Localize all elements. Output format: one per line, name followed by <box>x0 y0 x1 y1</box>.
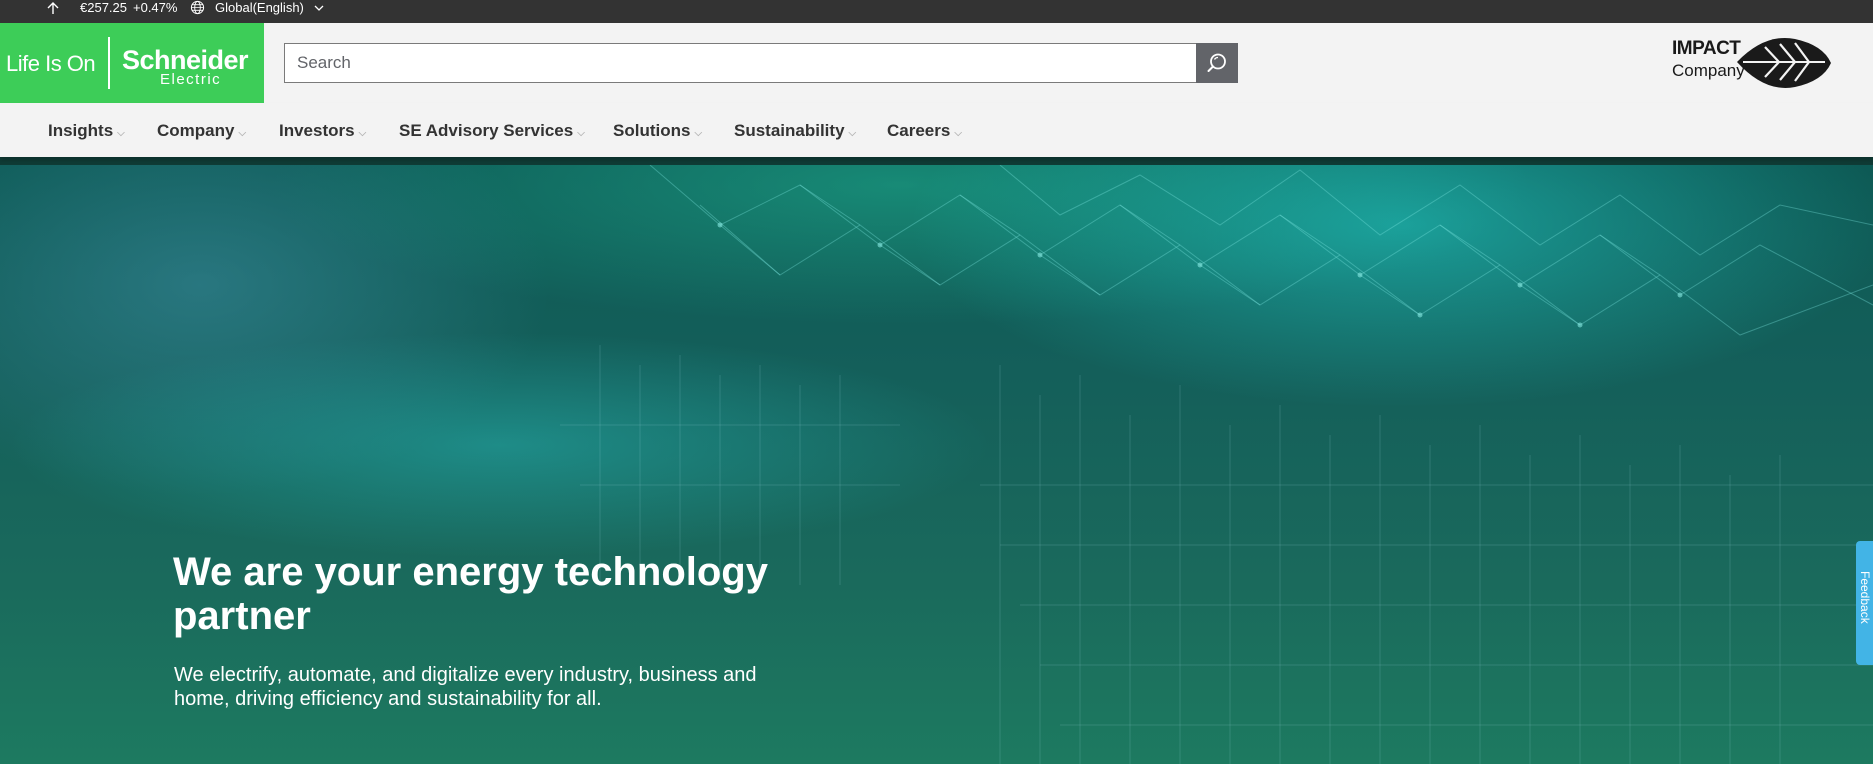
chevron-down-icon: ⌵ <box>117 127 125 139</box>
arrow-up-icon <box>47 1 59 14</box>
stock-ticker[interactable]: €257.25 +0.47% <box>46 0 177 15</box>
logo-brand-subname: Electric <box>160 71 222 88</box>
schneider-logo[interactable]: Life Is On Schneider Electric <box>0 23 264 103</box>
top-bar: €257.25 +0.47% Global(English) <box>0 0 1873 23</box>
impact-subtitle: Company <box>1672 61 1745 80</box>
nav-item-company[interactable]: Company ⌵ <box>157 121 246 141</box>
chevron-down-icon: ⌵ <box>848 127 857 139</box>
search-icon <box>1207 53 1226 72</box>
nav-item-insights[interactable]: Insights ⌵ <box>48 121 125 141</box>
feedback-label: Feedback <box>1858 571 1872 624</box>
nav-item-label: Company <box>157 121 235 140</box>
site-header: Life Is On Schneider Electric IMPACT Com… <box>0 23 1873 103</box>
language-label: Global(English) <box>215 0 304 15</box>
hero-banner: We are your energy technology partner We… <box>0 165 1873 764</box>
globe-icon <box>190 0 205 15</box>
main-navigation: Insights ⌵ Company ⌵ Investors ⌵ SE Advi… <box>0 103 1873 157</box>
search-input[interactable] <box>284 43 1196 83</box>
nav-item-label: Careers <box>887 121 951 140</box>
impact-title: IMPACT <box>1672 38 1741 59</box>
nav-item-label: Investors <box>279 121 355 140</box>
leaf-icon <box>1737 37 1831 88</box>
nav-item-careers[interactable]: Careers ⌵ <box>887 121 962 141</box>
nav-item-label: Insights <box>48 121 114 140</box>
impact-company-badge[interactable]: IMPACT Company <box>1672 35 1832 91</box>
search-button[interactable] <box>1196 43 1238 83</box>
chevron-down-icon <box>314 5 324 11</box>
feedback-tab[interactable]: Feedback <box>1856 541 1873 665</box>
nav-item-label: Sustainability <box>734 121 845 140</box>
nav-item-se-advisory-services[interactable]: SE Advisory Services ⌵ <box>399 121 585 141</box>
search-bar <box>284 43 1238 83</box>
nav-item-label: Solutions <box>613 121 691 140</box>
logo-divider <box>108 37 110 89</box>
stock-change: +0.47% <box>133 0 178 15</box>
chevron-down-icon: ⌵ <box>238 127 247 139</box>
chevron-down-icon: ⌵ <box>358 127 367 139</box>
chevron-down-icon: ⌵ <box>694 127 703 139</box>
hero-subtitle: We electrify, automate, and digitalize e… <box>174 664 757 710</box>
stock-price: €257.25 <box>80 0 127 15</box>
nav-item-sustainability[interactable]: Sustainability ⌵ <box>734 121 856 141</box>
chevron-down-icon: ⌵ <box>577 127 585 139</box>
nav-item-investors[interactable]: Investors ⌵ <box>279 121 366 141</box>
logo-tagline: Life Is On <box>6 51 96 76</box>
nav-item-label: SE Advisory Services <box>399 121 574 140</box>
nav-item-solutions[interactable]: Solutions ⌵ <box>613 121 702 141</box>
hero-title: We are your energy technology partner <box>173 550 768 638</box>
chevron-down-icon: ⌵ <box>954 127 962 139</box>
language-selector[interactable]: Global(English) <box>190 0 324 15</box>
